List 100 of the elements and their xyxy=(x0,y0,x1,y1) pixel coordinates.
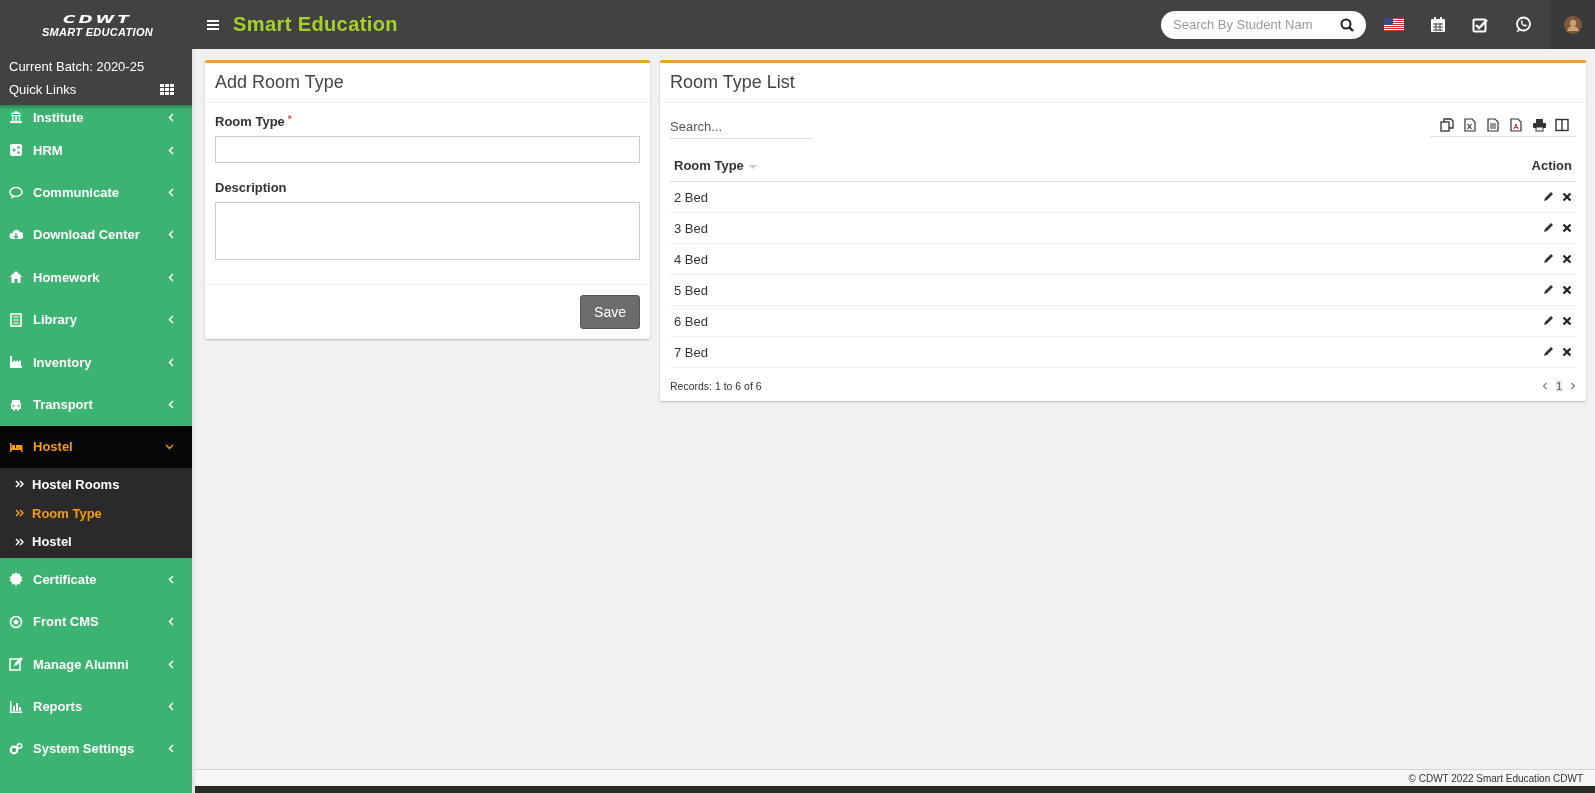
sidebar-item[interactable]: Reports xyxy=(0,685,192,728)
sidebar-item[interactable]: Manage Alumni xyxy=(0,642,192,686)
chevron-left-icon xyxy=(168,188,174,198)
quick-links-label: Quick Links xyxy=(9,82,77,97)
chevron-left-icon xyxy=(1542,382,1549,391)
close-icon xyxy=(1562,254,1572,265)
close-icon xyxy=(1562,347,1572,358)
save-button[interactable]: Save xyxy=(580,295,640,329)
chevron-left-icon xyxy=(168,315,174,325)
pencil-icon xyxy=(1543,284,1554,296)
chevron-left-icon xyxy=(168,400,174,410)
sidebar-item[interactable]: Inventory xyxy=(0,340,192,384)
chat-phone-button[interactable] xyxy=(1515,16,1532,33)
excel-file-button[interactable] xyxy=(1463,118,1478,132)
chevron-left-icon xyxy=(168,702,174,712)
student-search-field[interactable]: Search By Student Nam xyxy=(1161,10,1366,39)
app-title: Smart Education xyxy=(233,13,398,36)
cloud-download-icon xyxy=(9,227,23,242)
double-chevron-icon xyxy=(15,480,24,489)
page-button[interactable]: 1 xyxy=(1556,380,1562,393)
menu-button[interactable] xyxy=(207,18,219,31)
pencil-icon xyxy=(1543,222,1554,234)
gears-icon xyxy=(9,741,23,756)
table-cell: 4 Bed xyxy=(670,243,1264,275)
sidebar-item[interactable]: Library xyxy=(0,298,192,341)
chevron-left-icon xyxy=(168,574,174,584)
table-cell: 7 Bed xyxy=(670,336,1264,368)
double-chevron-icon xyxy=(15,509,24,518)
chevron-down-icon xyxy=(165,443,174,450)
grid-icon xyxy=(160,84,174,95)
previous-page-button[interactable] xyxy=(1542,382,1549,391)
flag-icon xyxy=(1384,18,1404,31)
avatar-icon[interactable] xyxy=(1564,15,1582,34)
copy-icon xyxy=(1440,118,1455,132)
close-icon xyxy=(1562,316,1572,327)
double-chevron-icon xyxy=(15,537,24,546)
column-header: Action xyxy=(1263,149,1576,182)
records-count: Records: 1 to 6 of 6 xyxy=(670,380,762,393)
column-header[interactable]: Room Type xyxy=(670,149,1264,182)
next-page-button[interactable] xyxy=(1570,382,1576,391)
excel-file-icon xyxy=(1463,118,1478,132)
calendar-button[interactable] xyxy=(1430,16,1446,33)
input-field[interactable] xyxy=(215,136,640,163)
sidebar-item[interactable]: Communicate xyxy=(0,171,192,214)
description-field[interactable] xyxy=(215,202,640,260)
sidebar-item[interactable]: Transport xyxy=(0,383,192,426)
field-label: Room Type * xyxy=(215,114,293,129)
table-cell: 5 Bed xyxy=(670,274,1264,306)
card-title: Room Type List xyxy=(660,63,1586,103)
building-icon xyxy=(9,110,23,124)
print-icon xyxy=(1532,118,1547,132)
text-file-icon xyxy=(1486,118,1501,132)
checkbox-button[interactable] xyxy=(1472,16,1489,33)
pdf-file-icon xyxy=(1509,118,1524,132)
sort-icon xyxy=(747,164,758,170)
pencil-icon xyxy=(1543,191,1554,203)
chevron-left-icon xyxy=(168,230,174,240)
badge-icon xyxy=(9,572,23,587)
sidebar-item[interactable]: System Settings xyxy=(0,727,192,771)
print-button[interactable] xyxy=(1532,118,1547,132)
pencil-square-icon xyxy=(9,657,23,672)
current-batch: Current Batch: 2020-25 xyxy=(9,59,146,74)
table-cell: 2 Bed xyxy=(670,181,1264,213)
logo-tagline: SMART EDUCATION xyxy=(41,27,153,38)
chevron-left-icon xyxy=(168,272,174,282)
speech-bubble-icon xyxy=(9,185,23,200)
pencil-icon xyxy=(1543,253,1554,265)
sidebar-item[interactable]: Download Center xyxy=(0,213,192,257)
pencil-icon xyxy=(1543,315,1554,327)
quick-links-button[interactable] xyxy=(160,84,174,95)
sidebar-item[interactable]: HRM xyxy=(0,129,192,172)
star-circle-icon xyxy=(9,614,23,629)
logo-brand: CDWT xyxy=(63,14,132,25)
checkbox-icon xyxy=(1472,16,1489,33)
menu-icon xyxy=(207,18,219,31)
chevron-left-icon xyxy=(168,112,174,122)
sidebar-item[interactable]: Homework xyxy=(0,256,192,299)
close-icon xyxy=(1562,192,1572,203)
card-title: Add Room Type xyxy=(205,63,650,103)
columns-icon xyxy=(1555,118,1570,132)
sidebar-subitem[interactable]: Room Type xyxy=(0,498,192,528)
flag-button[interactable] xyxy=(1384,18,1404,31)
pencil-icon xyxy=(1543,346,1554,358)
sidebar-item[interactable]: Hostel xyxy=(0,425,192,469)
chevron-left-icon xyxy=(168,145,174,155)
sidebar-subitem[interactable]: Hostel Rooms xyxy=(0,470,192,499)
close-icon xyxy=(1562,223,1572,234)
sidebar-item[interactable]: Front CMS xyxy=(0,600,192,643)
sidebar-subitem[interactable]: Hostel xyxy=(0,527,192,557)
text-file-button[interactable] xyxy=(1486,118,1501,132)
field-label: Description xyxy=(215,180,288,195)
table-cell: 6 Bed xyxy=(670,305,1264,337)
sidebar-item[interactable]: Institute xyxy=(0,105,192,129)
sidebar-item[interactable]: Certificate xyxy=(0,558,192,601)
copyright-text: © CDWT 2022 Smart Education CDWT xyxy=(1408,772,1583,784)
columns-button[interactable] xyxy=(1555,118,1570,132)
copy-button[interactable] xyxy=(1440,118,1455,132)
table-cell: 3 Bed xyxy=(670,212,1264,244)
pdf-file-button[interactable] xyxy=(1509,118,1524,132)
book-icon xyxy=(9,312,23,327)
